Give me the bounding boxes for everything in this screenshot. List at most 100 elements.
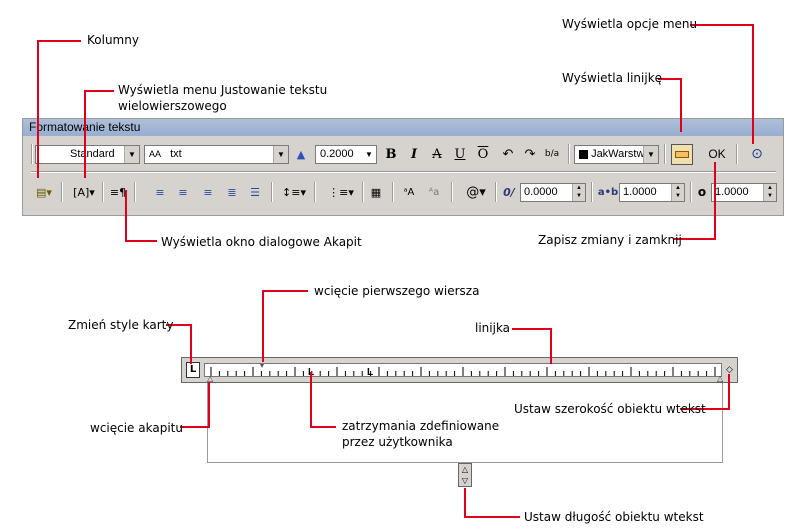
font-value: txt [170, 148, 182, 160]
color-value: JakWarstw [591, 148, 645, 160]
callout-line [84, 90, 114, 92]
ruler-toggle-button[interactable] [671, 144, 693, 165]
ok-button[interactable]: OK [705, 145, 729, 164]
spinner-icon: ▲ ▼ [572, 184, 585, 201]
style-dropdown[interactable]: Standard ▼ [35, 145, 140, 164]
callout-line [752, 24, 754, 144]
align-right-icon[interactable]: ≡ [200, 183, 216, 202]
insert-field-icon[interactable]: ▦ [367, 183, 385, 202]
spinner-icon: ▲ ▼ [763, 184, 776, 201]
ruler-strip[interactable]: L L [204, 363, 722, 377]
width-factor-icon: o [697, 185, 707, 199]
callout-line [464, 488, 466, 518]
width-factor-input[interactable]: 1.0000 ▲ ▼ [711, 183, 777, 202]
callout-line [680, 78, 682, 132]
lowercase-icon[interactable]: ᴬa [425, 183, 443, 202]
undo-icon[interactable]: ↶ [500, 145, 516, 164]
separator [495, 182, 497, 202]
italic-button[interactable]: I [406, 145, 422, 164]
align-center-icon[interactable]: ≡ [175, 183, 191, 202]
separator [690, 182, 692, 202]
length-handle[interactable]: △ ▽ [458, 463, 472, 487]
separator [736, 144, 738, 164]
callout-save-close: Zapisz zmiany i zamknij [538, 233, 682, 247]
callout-set-width: Ustaw szerokość obiektu wtekst [514, 402, 706, 416]
separator [102, 182, 104, 202]
tab-style-button[interactable]: L [186, 362, 200, 378]
callout-ruler-toggle: Wyświetla linijkę [562, 71, 663, 85]
justification-icon[interactable]: [A]▾ [71, 183, 97, 202]
oblique-angle-input[interactable]: 0.0000 ▲ ▼ [520, 183, 586, 202]
oblique-angle-icon: 0/ [503, 186, 515, 199]
stack-button[interactable]: b/a [543, 145, 561, 164]
tracking-input[interactable]: 1.0000 ▲ ▼ [619, 183, 685, 202]
row-divider [31, 171, 776, 173]
columns-icon[interactable]: ▤▾ [32, 183, 56, 202]
oblique-angle-value: 0.0000 [524, 186, 558, 198]
separator [61, 182, 63, 202]
callout-ruler: linijka [475, 321, 511, 335]
chevron-down-icon: ▼ [643, 146, 658, 163]
callout-tab-style: Zmień style karty [68, 318, 174, 332]
numbering-icon[interactable]: ⋮≡▾ [328, 183, 354, 202]
callout-options-menu: Wyświetla opcje menu [562, 17, 698, 31]
separator [31, 144, 33, 164]
symbol-button[interactable]: @▾ [463, 183, 489, 202]
tracking-value: 1.0000 [623, 186, 657, 198]
callout-line [84, 90, 86, 178]
uppercase-icon[interactable]: ᵃA [400, 183, 418, 202]
callout-paragraph-dialog: Wyświetla okno dialogowe Akapit [161, 235, 362, 249]
align-left-icon[interactable]: ≡ [152, 183, 168, 202]
overline-button[interactable]: O [475, 145, 491, 164]
line-spacing-icon[interactable]: ↕≡▾ [281, 183, 307, 202]
ruler-ticks: L L [210, 364, 716, 376]
callout-line [714, 162, 716, 240]
text-height-dropdown[interactable]: 0.2000 ▼ [315, 145, 377, 164]
callout-line [37, 40, 39, 178]
callout-line [262, 290, 264, 362]
distribute-icon[interactable]: ☰ [247, 183, 263, 202]
callout-justification-1: Wyświetla menu Justowanie tekstu [118, 83, 328, 97]
callout-columns: Kolumny [87, 33, 139, 47]
callout-line [190, 324, 192, 364]
color-dropdown[interactable]: JakWarstw ▼ [574, 145, 659, 164]
bold-button[interactable]: B [383, 145, 399, 164]
toolbar-row-1: Standard ▼ AA txt ▼ ▲ 0.2000 ▼ B I A U O… [23, 139, 783, 169]
options-menu-icon[interactable]: ⊙ [749, 145, 765, 164]
separator [314, 182, 316, 202]
ruler-icon [675, 151, 689, 158]
callout-justification-2: wielowierszowego [118, 99, 227, 113]
callout-line [262, 290, 308, 292]
callout-line [310, 372, 312, 428]
align-justify-icon[interactable]: ≣ [224, 183, 240, 202]
font-dropdown[interactable]: AA txt ▼ [144, 145, 289, 164]
ruler-bar: L L L △ △ ◇ [181, 357, 738, 383]
callout-line [208, 382, 210, 428]
chevron-down-icon: ▼ [273, 146, 288, 163]
separator [664, 144, 666, 164]
strikethrough-button[interactable]: A [429, 145, 445, 164]
chevron-down-icon: ▼ [362, 146, 376, 163]
symbol-icon: @ [466, 185, 480, 200]
color-swatch [579, 149, 588, 159]
callout-line [125, 190, 127, 242]
right-indent-marker[interactable]: △ [717, 375, 723, 383]
toolbar-title: Formatowanie tekstu [23, 119, 783, 136]
callout-line [690, 24, 754, 26]
chevron-down-icon: ▼ [124, 146, 139, 163]
callout-line [125, 240, 157, 242]
text-formatting-toolbar: Formatowanie tekstu Standard ▼ AA txt ▼ … [22, 118, 784, 216]
callout-user-tabs-1: zatrzymania zdefiniowane [342, 419, 500, 433]
redo-icon[interactable]: ↷ [522, 145, 538, 164]
callout-line [310, 426, 336, 428]
callout-line [512, 328, 552, 330]
separator [134, 182, 136, 202]
width-factor-value: 1.0000 [715, 186, 749, 198]
annotative-icon[interactable]: ▲ [293, 145, 309, 164]
callout-line [550, 328, 552, 364]
separator [362, 182, 364, 202]
separator [591, 182, 593, 202]
underline-button[interactable]: U [452, 145, 468, 164]
font-type-icon: AA [149, 149, 162, 159]
separator [392, 182, 394, 202]
